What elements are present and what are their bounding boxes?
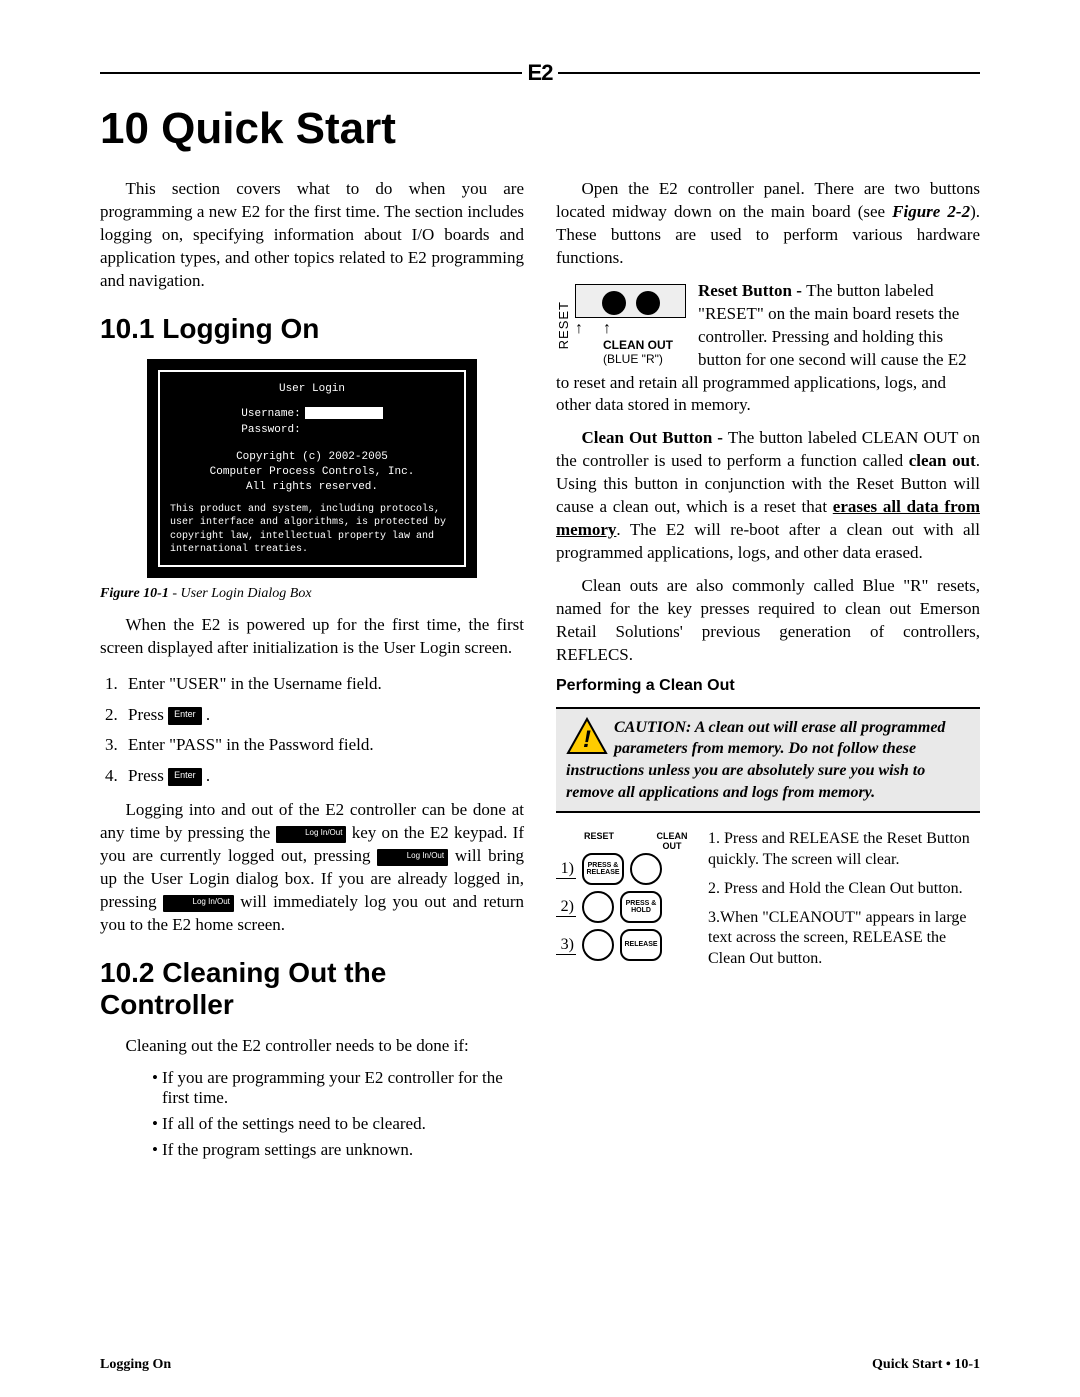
performing-cleanout-title: Performing a Clean Out: [556, 677, 980, 695]
login-username-field: [305, 407, 383, 419]
page-footer: Logging On Quick Start • 10-1: [100, 1357, 980, 1373]
co-num-1: 1): [556, 860, 576, 879]
figure-10-1-caption: Figure 10-1 - User Login Dialog Box: [100, 586, 524, 602]
enter-key-icon: Enter: [168, 768, 202, 786]
cleanout-bullet-2: If all of the settings need to be cleare…: [152, 1114, 524, 1134]
co-row-3: 3) RELEASE: [556, 929, 696, 961]
cleanout-bullets: If you are programming your E2 controlle…: [152, 1068, 524, 1160]
co-btn-blank-1: [630, 853, 662, 885]
caution-text: CAUTION: A clean out will erase all prog…: [566, 719, 945, 801]
login-legal: This product and system, including proto…: [168, 503, 456, 557]
co-btn-blank-2: [582, 891, 614, 923]
login-step-3: Enter "PASS" in the Password field.: [122, 731, 524, 760]
co-head-clean: CLEAN OUT: [652, 831, 692, 851]
cleanout-lead: Cleaning out the E2 controller needs to …: [100, 1035, 524, 1058]
cleanout-bullet-1: If you are programming your E2 controlle…: [152, 1068, 524, 1108]
footer-right: Quick Start • 10-1: [872, 1357, 980, 1373]
login-copyright-3: All rights reserved.: [168, 480, 456, 495]
login-password-label: Password:: [241, 423, 300, 438]
reset-diagram-right: ↑ ↑ CLEAN OUT (BLUE "R"): [575, 284, 686, 366]
footer-left: Logging On: [100, 1357, 171, 1373]
login-screenshot: User Login Username: Password: Copyright…: [147, 359, 477, 578]
co-btn-press-hold: PRESS & HOLD: [620, 891, 662, 923]
login-password-row: Password:: [168, 423, 456, 438]
two-columns: This section covers what to do when you …: [100, 178, 980, 1168]
clean-bold1: clean out: [909, 451, 976, 470]
header-rule: E2: [100, 60, 980, 86]
reset-head: Reset Button -: [698, 281, 806, 300]
cleanout-steps-block: RESET CLEAN OUT 1) PRESS & RELEASE 2) PR…: [556, 829, 980, 978]
co-btn-blank-3: [582, 929, 614, 961]
section-10-2-title: 10.2 Cleaning Out the Controller: [100, 957, 524, 1021]
header-logo: E2: [522, 60, 559, 86]
login-para-2: Logging into and out of the E2 controlle…: [100, 799, 524, 937]
intro-paragraph: This section covers what to do when you …: [100, 178, 524, 293]
cleanout-button-para: Clean Out Button - The button labeled CL…: [556, 427, 980, 565]
cleanout-arrow-icon: ↑: [603, 320, 673, 338]
co-btn-release: RELEASE: [620, 929, 662, 961]
svg-text:!: !: [583, 726, 591, 753]
reset-diagram-inner: RESET ↑ ↑ CLEAN OUT (: [556, 284, 686, 366]
login-step-4: Press Enter .: [122, 762, 524, 791]
column-left: This section covers what to do when you …: [100, 178, 524, 1168]
clean-head: Clean Out Button -: [582, 428, 728, 447]
open-panel-para: Open the E2 controller panel. There are …: [556, 178, 980, 270]
figure-10-1-num: Figure 10-1: [100, 586, 169, 601]
page: E2 10 Quick Start This section covers wh…: [0, 0, 1080, 1397]
loginout-key-icon: Log In/Out: [276, 826, 347, 843]
login-step-1: Enter "USER" in the Username field.: [122, 670, 524, 699]
login-steps: Enter "USER" in the Username field. Pres…: [122, 670, 524, 792]
enter-key-icon: Enter: [168, 707, 202, 725]
co-head-reset: RESET: [584, 831, 614, 851]
reset-diagram-labels: ↑ ↑ CLEAN OUT (BLUE "R"): [575, 320, 686, 366]
cleanout-dot-icon: [636, 291, 660, 315]
reset-diagram: RESET ↑ ↑ CLEAN OUT (: [556, 284, 686, 366]
reset-block: RESET ↑ ↑ CLEAN OUT (: [556, 280, 980, 428]
login-step-2-text: Press: [128, 705, 168, 724]
login-password-blank: [305, 423, 383, 435]
reset-vertical-label: RESET: [556, 301, 571, 349]
co-row-2: 2) PRESS & HOLD: [556, 891, 696, 923]
caution-box: ! CAUTION: A clean out will erase all pr…: [556, 707, 980, 813]
login-dialog: User Login Username: Password: Copyright…: [158, 370, 466, 567]
cleanout-bullet-3: If the program settings are unknown.: [152, 1140, 524, 1160]
reset-diagram-text: ↑ CLEAN OUT (BLUE "R"): [587, 320, 673, 366]
login-title: User Login: [168, 382, 456, 397]
figure-10-1-text: - User Login Dialog Box: [169, 586, 312, 601]
clean-p1c: . The E2 will re-boot after a clean out …: [556, 520, 980, 562]
cleanout-sublabel: (BLUE "R"): [603, 352, 673, 366]
login-copyright-1: Copyright (c) 2002-2005: [168, 450, 456, 465]
co-diagram-head: RESET CLEAN OUT: [556, 831, 696, 853]
reset-button-box: [575, 284, 686, 318]
co-btn-press-release: PRESS & RELEASE: [582, 853, 624, 885]
login-username-label: Username:: [241, 407, 300, 422]
co-num-3: 3): [556, 936, 576, 955]
co-num-2: 2): [556, 898, 576, 917]
login-step-4-text: Press: [128, 766, 168, 785]
loginout-key-icon: Log In/Out: [377, 849, 448, 866]
column-right: Open the E2 controller panel. There are …: [556, 178, 980, 1168]
cleanout-step-diagram: RESET CLEAN OUT 1) PRESS & RELEASE 2) PR…: [556, 831, 696, 967]
figure-login: User Login Username: Password: Copyright…: [147, 359, 477, 578]
reset-arrow-icon: ↑: [575, 320, 583, 338]
chapter-title: 10 Quick Start: [100, 104, 980, 154]
login-para-1: When the E2 is powered up for the first …: [100, 614, 524, 660]
reset-dot-icon: [602, 291, 626, 315]
open-ref: Figure 2-2: [892, 202, 970, 221]
cleanout-label: CLEAN OUT: [603, 338, 673, 352]
co-row-1: 1) PRESS & RELEASE: [556, 853, 696, 885]
login-copyright-2: Computer Process Controls, Inc.: [168, 465, 456, 480]
section-10-1-title: 10.1 Logging On: [100, 313, 524, 345]
rule-right: [558, 72, 980, 74]
rule-left: [100, 72, 522, 74]
warning-triangle-icon: !: [566, 717, 608, 755]
login-username-row: Username:: [168, 407, 456, 422]
login-step-2: Press Enter .: [122, 701, 524, 730]
blue-r-para: Clean outs are also commonly called Blue…: [556, 575, 980, 667]
loginout-key-icon: Log In/Out: [163, 895, 234, 912]
